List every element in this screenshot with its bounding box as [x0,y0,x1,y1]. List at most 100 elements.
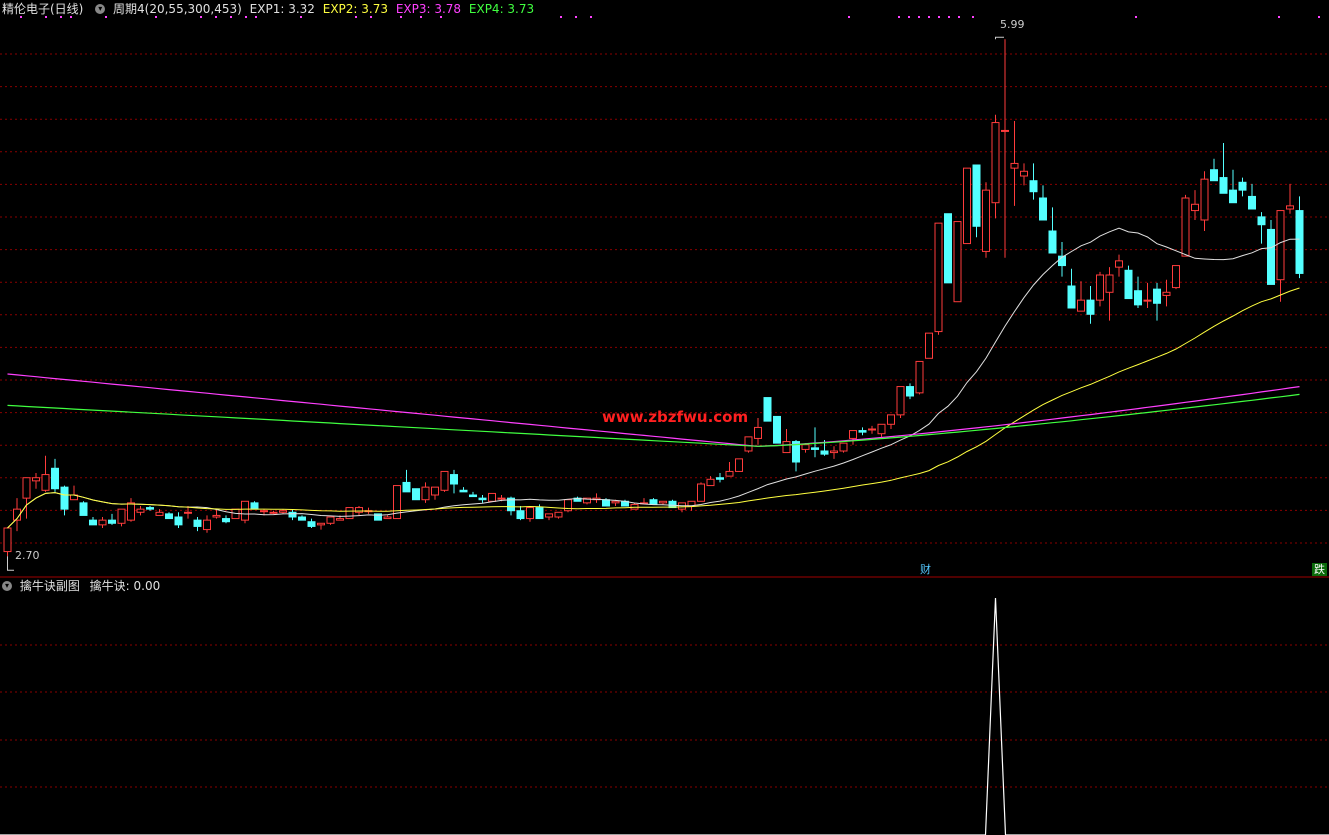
candle-body [345,507,354,520]
candle-body [1153,288,1161,304]
candle-body [754,426,762,439]
sub-grid-lines [0,644,1329,788]
candle-body [431,486,439,496]
candle-body [402,481,411,493]
candle-body [925,332,933,359]
sub-panel-value: 擒牛诀: 0.00 [89,579,161,593]
watermark: www.zbzfwu.com [602,408,749,426]
candle-body [1295,210,1304,274]
candle-body [317,522,325,526]
candle-body [896,386,905,416]
candle-body [1276,210,1285,281]
candle-body [526,507,534,520]
candle-body [1077,299,1085,312]
candle-body [649,499,658,505]
stock-title[interactable]: 精伦电子(日线) [2,2,83,16]
candle-body [820,450,829,455]
candle-body [1172,265,1180,289]
die-badge: 跌 [1312,563,1327,576]
candle-body [697,483,705,502]
candle-body [108,519,116,524]
candle-body [469,494,477,498]
candle-body [174,516,183,526]
candle-body [1105,274,1114,293]
candle-body [440,470,449,491]
signal-dot [948,16,950,18]
candle-body [906,386,914,397]
candle-body [89,519,97,526]
candle-body [146,507,154,510]
candle-body [877,423,886,435]
candle-body [117,508,126,524]
signal-dot [1278,16,1280,18]
candle-body [1010,162,1019,169]
candle-body [830,450,838,454]
signal-dot [898,16,900,18]
exp4-label: EXP4: 3.73 [468,2,535,16]
signal-dot [918,16,920,18]
candle-body [51,467,59,490]
candle-body [203,519,211,531]
candle-body [972,164,981,227]
candle-body [811,447,819,450]
candle-body [545,513,553,518]
candle-body [60,486,69,510]
candle-body [459,489,468,493]
indicator-name[interactable]: 周期4(20,55,300,453) [113,2,242,16]
candle-body [716,477,724,480]
candle-body [1219,177,1228,194]
candle-body [79,502,88,516]
candle-body [763,397,772,422]
candle-body [478,497,487,501]
candle-body [298,516,306,521]
exp1-label: EXP1: 3.32 [249,2,315,16]
candle-body [41,474,50,491]
candle-body [336,518,344,521]
candle-body [982,189,990,252]
candle-body [383,516,392,520]
candlestick-series [3,39,1304,557]
candle-body [184,511,192,514]
sub-panel-header: ▾ 擒牛诀副图 擒牛诀: 0.00 [2,578,160,594]
candle-body [1286,205,1294,210]
candle-body [602,499,610,507]
low-price-label: 2.70 [15,549,40,562]
candle-body [611,500,620,504]
candle-body [1248,195,1256,210]
candle-body [963,167,971,245]
exp3-label: EXP3: 3.78 [395,2,462,16]
candle-body [1229,189,1237,204]
candle-body [355,507,363,513]
chevron-down-icon[interactable]: ▾ [2,580,12,591]
candle-body [725,470,734,477]
chevron-down-icon[interactable]: ▾ [95,3,106,14]
signal-dot [575,16,577,18]
candle-body [127,502,135,521]
candle-body [260,510,268,513]
candle-body [1257,216,1266,226]
candle-body [288,511,297,518]
candle-body [1067,285,1076,309]
signal-dot [938,16,940,18]
signal-dot [590,16,592,18]
candle-body [564,499,572,512]
candle-body [858,430,867,433]
candle-body [706,478,715,487]
candle-body [421,486,430,501]
candle-body [1048,230,1057,254]
signal-dot [1318,16,1320,18]
candle-body [1267,228,1275,285]
sub-panel-title[interactable]: 擒牛诀副图 [20,579,80,593]
candle-body [915,360,924,394]
candle-body [497,497,506,500]
candle-body [934,222,943,333]
main-header: 精伦电子(日线) ▾ 周期4(20,55,300,453) EXP1: 3.32… [2,1,538,17]
candle-body [1124,269,1133,300]
signal-dot [1135,16,1137,18]
cai-badge: 财 [920,563,931,576]
price-annotations [7,36,1004,571]
signal-dot [848,16,850,18]
high-connector [995,36,1004,40]
candle-body [1238,181,1247,191]
candle-body [1143,299,1152,302]
